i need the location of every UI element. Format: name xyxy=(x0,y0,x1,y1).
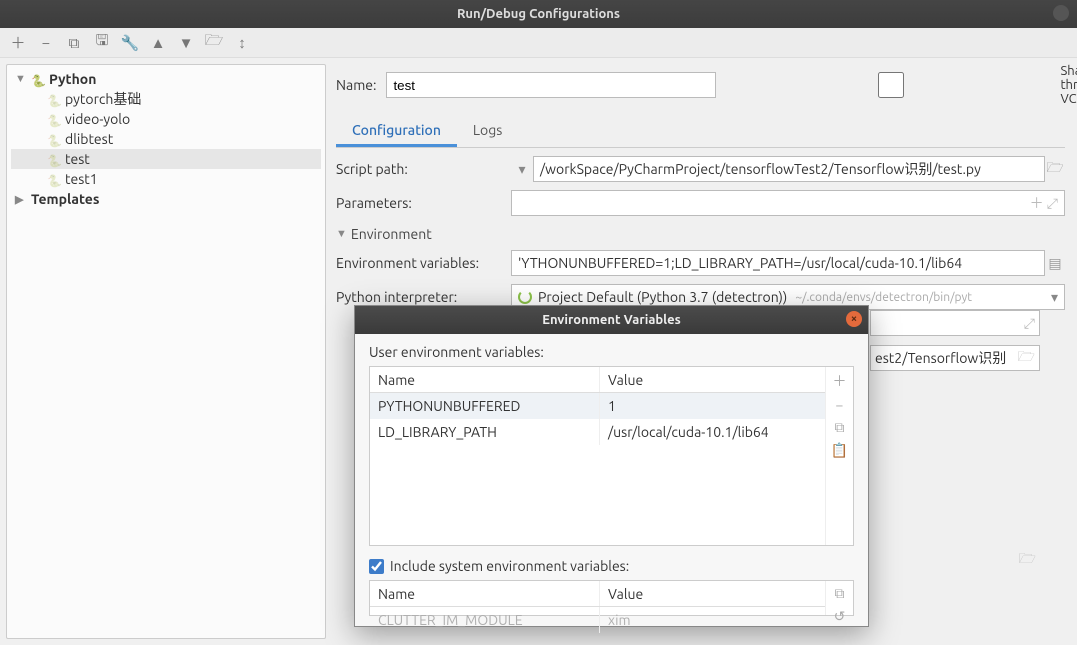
tree-python-node[interactable]: ▼ Python xyxy=(11,69,321,89)
python-icon xyxy=(47,172,61,186)
chevron-down-icon[interactable]: ▼ xyxy=(15,73,27,85)
list-icon[interactable]: ▤ xyxy=(1045,255,1065,272)
script-path-label: Script path: xyxy=(336,161,511,177)
col-header-value[interactable]: Value xyxy=(600,367,825,392)
col-header-name[interactable]: Name xyxy=(370,581,600,606)
env-vars-label: Environment variables: xyxy=(336,255,511,271)
col-header-name[interactable]: Name xyxy=(370,367,600,392)
save-icon[interactable]: 🖫 xyxy=(94,35,110,51)
config-tree[interactable]: ▼ Python pytorch基础 video-yolo dlibtest t… xyxy=(6,64,326,639)
col-header-value[interactable]: Value xyxy=(600,581,825,606)
paste-icon[interactable]: 📋 xyxy=(831,442,848,459)
window-titlebar: Run/Debug Configurations xyxy=(0,0,1077,28)
python-icon xyxy=(31,72,45,86)
name-input[interactable] xyxy=(386,72,716,98)
add-icon[interactable]: ＋ xyxy=(833,371,847,391)
include-system-label: Include system environment variables: xyxy=(390,558,629,574)
interpreter-label: Python interpreter: xyxy=(336,289,511,305)
browse-trail[interactable]: 🗁 xyxy=(870,547,1040,573)
window-title: Run/Debug Configurations xyxy=(457,7,620,21)
close-icon[interactable] xyxy=(1053,5,1069,21)
include-system-checkbox[interactable] xyxy=(369,559,384,574)
tree-label: Templates xyxy=(31,191,99,207)
parameters-input[interactable]: ＋ ⤢ xyxy=(511,190,1065,216)
env-vars-dialog: Environment Variables × User environment… xyxy=(354,305,869,627)
share-vcs-label: Share through VCS xyxy=(1060,64,1077,106)
tree-item[interactable]: test1 xyxy=(11,169,321,189)
name-label: Name: xyxy=(336,77,376,93)
python-icon xyxy=(47,152,61,166)
chevron-down-icon[interactable]: ▼ xyxy=(336,228,347,240)
folder-icon[interactable]: 🗁 xyxy=(206,35,222,51)
wrench-icon[interactable]: 🔧 xyxy=(122,35,138,51)
remove-icon[interactable]: − xyxy=(38,35,54,51)
copy-icon[interactable]: ⧉ xyxy=(835,585,845,602)
config-toolbar: ＋ − ⧉ 🖫 🔧 ▲ ▼ 🗁 ↕ xyxy=(0,28,1077,58)
system-env-table[interactable]: Name Value CLUTTER_IM_MODULE xim xyxy=(370,581,825,615)
tree-item-label: test1 xyxy=(65,171,98,187)
tab-configuration[interactable]: Configuration xyxy=(336,116,457,147)
tree-item[interactable]: video-yolo xyxy=(11,109,321,129)
tree-label: Python xyxy=(49,71,96,87)
undo-icon[interactable]: ↺ xyxy=(834,608,846,625)
browse-icon[interactable]: 🗁 xyxy=(1045,157,1065,181)
config-tabs: Configuration Logs xyxy=(336,116,1065,148)
remove-icon[interactable]: − xyxy=(836,397,844,413)
user-env-table[interactable]: Name Value PYTHONUNBUFFERED 1 LD_LIBRARY… xyxy=(370,367,825,545)
tree-item[interactable]: pytorch基础 xyxy=(11,89,321,109)
python-icon xyxy=(47,132,61,146)
python-icon xyxy=(47,92,61,106)
sort-icon[interactable]: ↕ xyxy=(234,35,250,51)
tree-item-selected[interactable]: test xyxy=(11,149,321,169)
parameters-label: Parameters: xyxy=(336,195,511,211)
tree-item-label: pytorch基础 xyxy=(65,89,141,109)
tab-logs[interactable]: Logs xyxy=(457,116,518,147)
env-row[interactable]: CLUTTER_IM_MODULE xim xyxy=(370,607,825,633)
user-env-label: User environment variables: xyxy=(369,344,854,360)
share-vcs-checkbox[interactable] xyxy=(726,72,1056,98)
environment-section: Environment xyxy=(351,226,432,242)
loading-icon xyxy=(518,290,532,304)
tree-templates-node[interactable]: ▶ Templates xyxy=(11,189,321,209)
env-row[interactable]: PYTHONUNBUFFERED 1 xyxy=(370,393,825,419)
down-icon[interactable]: ▼ xyxy=(178,35,194,51)
script-path-input[interactable]: /workSpace/PyCharmProject/tensorflowTest… xyxy=(533,156,1045,182)
working-dir-input[interactable]: est2/Tensorflow识别 🗁 xyxy=(870,345,1040,371)
interpreter-options-input[interactable]: ⤢ xyxy=(870,310,1040,336)
copy-icon[interactable]: ⧉ xyxy=(66,35,82,51)
tree-item-label: test xyxy=(65,151,90,167)
tree-item-label: video-yolo xyxy=(65,111,130,127)
chevron-down-icon[interactable]: ▾ xyxy=(511,161,533,178)
up-icon[interactable]: ▲ xyxy=(150,35,166,51)
chevron-right-icon[interactable]: ▶ xyxy=(15,193,27,206)
env-dialog-title: Environment Variables xyxy=(542,313,680,327)
tree-item-label: dlibtest xyxy=(65,131,113,147)
add-icon[interactable]: ＋ xyxy=(10,35,26,51)
env-dialog-titlebar: Environment Variables × xyxy=(355,306,868,334)
env-vars-input[interactable]: 'YTHONUNBUFFERED=1;LD_LIBRARY_PATH=/usr/… xyxy=(511,250,1045,276)
copy-icon[interactable]: ⧉ xyxy=(835,419,845,436)
python-icon xyxy=(47,112,61,126)
tree-item[interactable]: dlibtest xyxy=(11,129,321,149)
close-icon[interactable]: × xyxy=(846,311,862,327)
env-row[interactable]: LD_LIBRARY_PATH /usr/local/cuda-10.1/lib… xyxy=(370,419,825,445)
